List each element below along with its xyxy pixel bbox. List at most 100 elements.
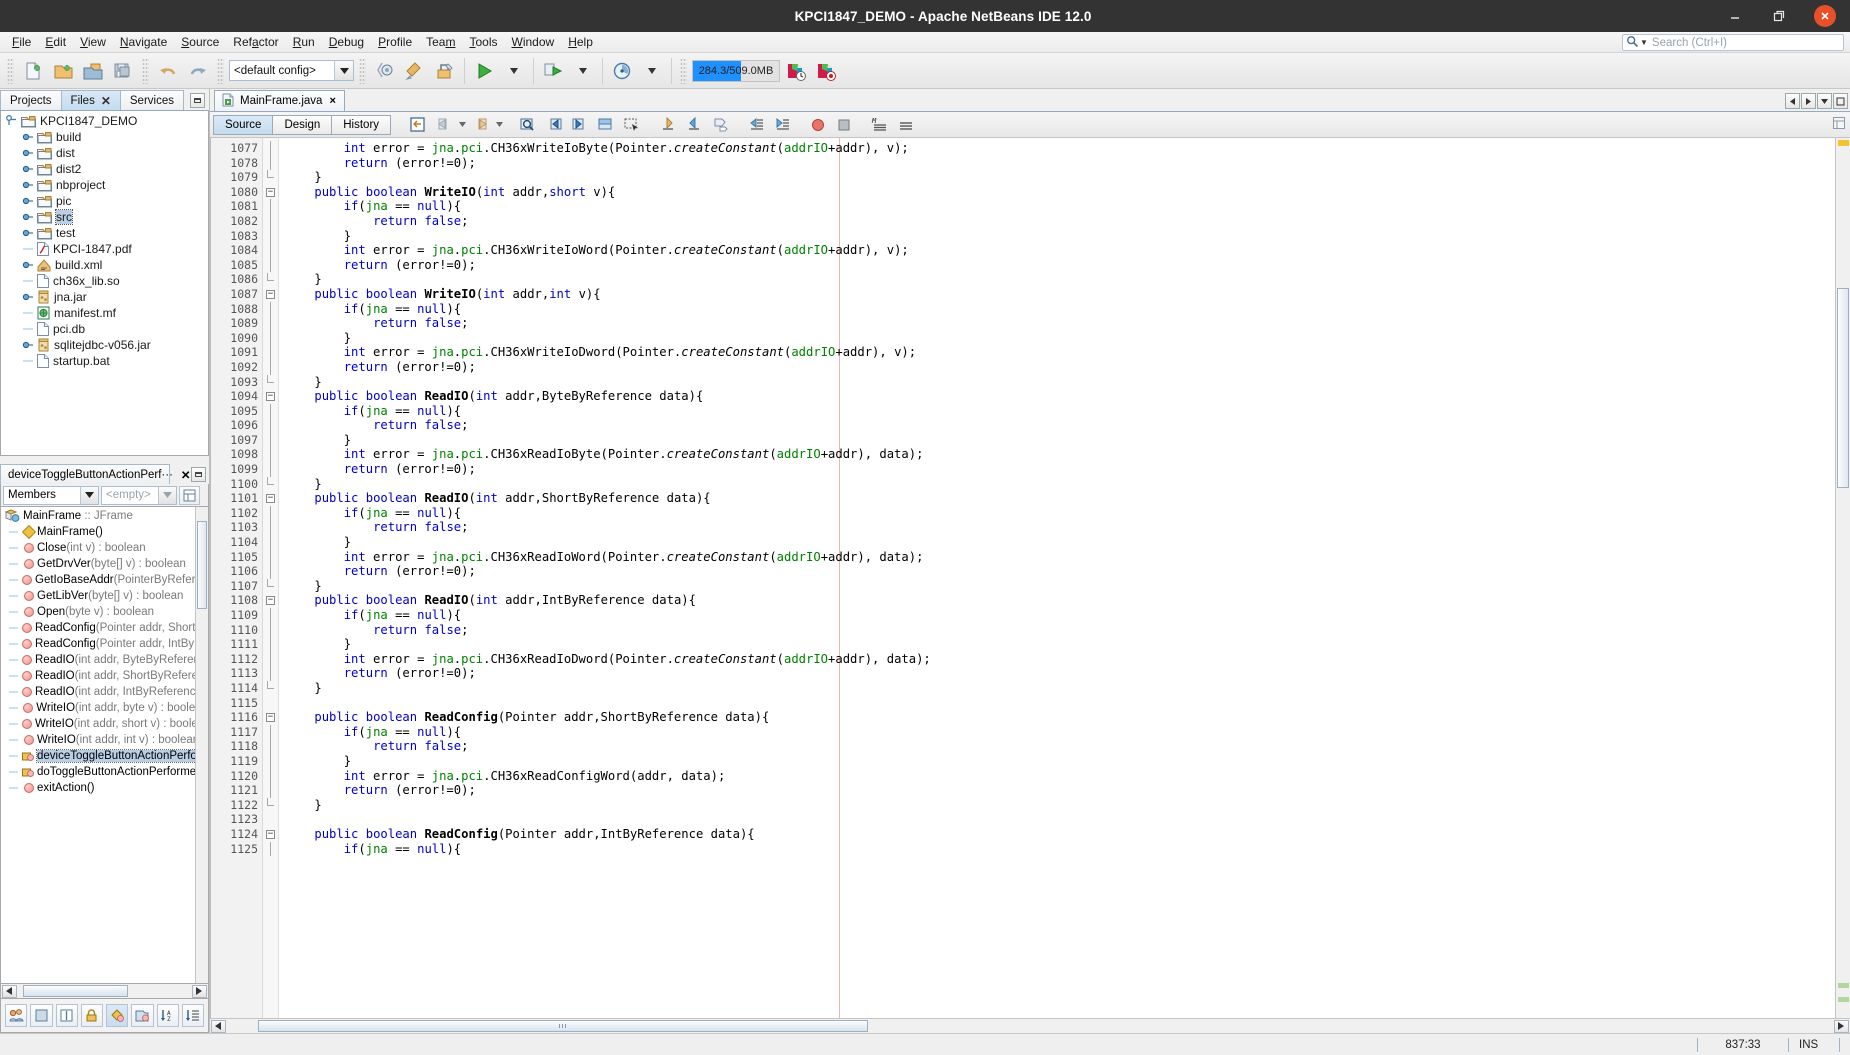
new-file-icon[interactable] <box>19 57 47 85</box>
find-selection-icon[interactable] <box>516 114 540 136</box>
clean-build-icon[interactable] <box>401 57 429 85</box>
tree-expander-icon[interactable] <box>21 163 34 176</box>
scroll-tabs-right-icon[interactable] <box>1801 93 1816 109</box>
code-editor[interactable]: 1077 1078 1079 1080 1081 1082 1083 1084 1085 1086… <box>210 138 1850 1018</box>
tree-expander-icon[interactable] <box>21 195 34 208</box>
save-all-icon[interactable] <box>109 57 137 85</box>
tree-node[interactable]: dist <box>1 145 208 161</box>
tree-node[interactable]: dist2 <box>1 161 208 177</box>
chevron-down-icon[interactable] <box>80 486 98 504</box>
tree-expander-icon[interactable] <box>21 211 34 224</box>
navigator-member-row[interactable]: WriteIO(int addr, int v) : boolean <box>1 732 208 748</box>
profile-project-icon[interactable] <box>608 57 636 85</box>
editor-horizontal-scrollbar[interactable] <box>210 1018 1850 1033</box>
scrollbar-thumb[interactable] <box>258 1020 868 1032</box>
menu-file[interactable]: File <box>5 33 38 51</box>
project-config-combo[interactable]: <default config> <box>229 60 354 81</box>
memory-gauge[interactable]: 284.3/509.0MB <box>692 59 780 82</box>
previous-bookmark-icon[interactable] <box>542 114 566 136</box>
toggle-rectangular-selection-icon[interactable] <box>620 114 644 136</box>
uncomment-icon[interactable] <box>770 114 794 136</box>
menu-window[interactable]: Window <box>505 33 562 51</box>
tree-node[interactable]: KPCI-1847.pdf <box>1 241 208 257</box>
view-button-design[interactable]: Design <box>272 114 333 135</box>
tree-expander-icon[interactable] <box>21 179 34 192</box>
chevron-down-icon[interactable] <box>334 61 353 80</box>
tree-expander-icon[interactable] <box>21 131 34 144</box>
fold-toggle-icon[interactable]: − <box>263 827 278 842</box>
chevron-down-icon[interactable] <box>158 486 176 504</box>
scroll-tabs-left-icon[interactable] <box>1785 93 1800 109</box>
navigator-member-row[interactable]: GetDrvVer(byte[] v) : boolean <box>1 556 208 572</box>
tree-node[interactable]: manifest.mf <box>1 305 208 321</box>
editor-tab-mainframe[interactable]: MainFrame.java × <box>214 90 345 111</box>
menu-run[interactable]: Run <box>286 33 322 51</box>
shift-line-right-icon[interactable] <box>682 114 706 136</box>
fold-toggle-icon[interactable]: − <box>263 185 278 200</box>
fold-toggle-icon[interactable]: − <box>263 491 278 506</box>
scroll-left-icon[interactable] <box>2 984 17 998</box>
back-dropdown-icon[interactable] <box>458 114 467 136</box>
inspect-members-icon[interactable]: M <box>868 114 892 136</box>
code-folding-column[interactable]: − − − − − − − <box>263 138 279 1018</box>
maximize-editor-icon[interactable] <box>1833 93 1848 109</box>
members-list-hscrollbar[interactable] <box>0 984 209 999</box>
fold-toggle-icon[interactable]: − <box>263 710 278 725</box>
menu-edit[interactable]: Edit <box>38 33 73 51</box>
navigator-member-row[interactable]: doToggleButtonActionPerformed… <box>1 764 208 780</box>
minimize-icon[interactable] <box>1726 7 1744 25</box>
menu-profile[interactable]: Profile <box>371 33 419 51</box>
source-code[interactable]: int error = jna.pci.CH36xWriteIoByte(Poi… <box>279 141 1835 856</box>
tab-list-icon[interactable] <box>1817 93 1832 109</box>
annotation-mark-1[interactable] <box>1838 983 1849 988</box>
start-macro-recording-icon[interactable] <box>708 114 732 136</box>
tree-node[interactable]: build <box>1 129 208 145</box>
toolbar-grip-5[interactable] <box>680 57 687 84</box>
profile-time-icon[interactable] <box>782 57 810 85</box>
code-text-area[interactable]: int error = jna.pci.CH36xWriteIoByte(Poi… <box>279 138 1835 1018</box>
tree-expander-icon[interactable] <box>21 291 34 304</box>
close-icon[interactable]: ✕ <box>101 94 111 108</box>
menu-source[interactable]: Source <box>174 33 226 51</box>
show-constructors-button[interactable] <box>106 1004 129 1027</box>
show-inner-classes-button[interactable] <box>131 1004 154 1027</box>
debug-dropdown-icon[interactable] <box>569 57 597 85</box>
scroll-left-icon[interactable] <box>211 1019 226 1033</box>
navigator-member-row[interactable]: ReadConfig(Pointer addr, IntByRef… <box>1 636 208 652</box>
show-fields-button[interactable] <box>30 1004 53 1027</box>
next-bookmark-icon[interactable] <box>568 114 592 136</box>
navigator-tab[interactable]: deviceToggleButtonActionPerf··· ✕ <box>0 464 191 484</box>
tree-expander-icon[interactable] <box>21 339 34 352</box>
scroll-right-icon[interactable] <box>1834 1019 1849 1033</box>
editor-vertical-scrollbar[interactable] <box>1835 138 1850 1018</box>
scrollbar-thumb[interactable] <box>197 521 207 609</box>
tree-node[interactable]: pic <box>1 193 208 209</box>
debug-project-icon[interactable] <box>539 57 567 85</box>
comment-icon[interactable] <box>744 114 768 136</box>
close-icon[interactable] <box>1814 5 1836 27</box>
navigator-member-row[interactable]: deviceToggleButtonActionPerform… <box>1 748 208 764</box>
tree-node[interactable]: test <box>1 225 208 241</box>
run-project-icon[interactable] <box>470 57 498 85</box>
filter-options-button[interactable] <box>179 485 200 505</box>
navigator-member-row[interactable]: WriteIO(int addr, byte v) : boolean <box>1 700 208 716</box>
scrollbar-thumb[interactable] <box>1837 288 1849 488</box>
window-tab-files[interactable]: Files ✕ <box>60 90 121 110</box>
new-project-icon[interactable] <box>49 57 77 85</box>
tree-node[interactable]: KPCI1847_DEMO <box>1 113 208 129</box>
forward-dropdown-icon[interactable] <box>495 114 504 136</box>
tree-expander-icon[interactable] <box>21 227 34 240</box>
menu-view[interactable]: View <box>73 33 113 51</box>
profile-stop-icon[interactable] <box>812 57 840 85</box>
show-non-public-members-button[interactable] <box>80 1004 103 1027</box>
tree-expander-icon[interactable] <box>5 115 18 128</box>
fold-toggle-icon[interactable]: − <box>263 287 278 302</box>
shift-line-left-icon[interactable] <box>656 114 680 136</box>
tree-node[interactable]: pci.db <box>1 321 208 337</box>
fold-toggle-icon[interactable]: − <box>263 593 278 608</box>
navigator-member-row[interactable]: ReadConfig(Pointer addr, ShortBy… <box>1 620 208 636</box>
menu-debug[interactable]: Debug <box>322 33 371 51</box>
sort-alphabetically-button[interactable]: A Z <box>156 1004 179 1027</box>
navigator-member-row[interactable]: ReadIO(int addr, ShortByReferenc… <box>1 668 208 684</box>
profile-dropdown-icon[interactable] <box>638 57 666 85</box>
